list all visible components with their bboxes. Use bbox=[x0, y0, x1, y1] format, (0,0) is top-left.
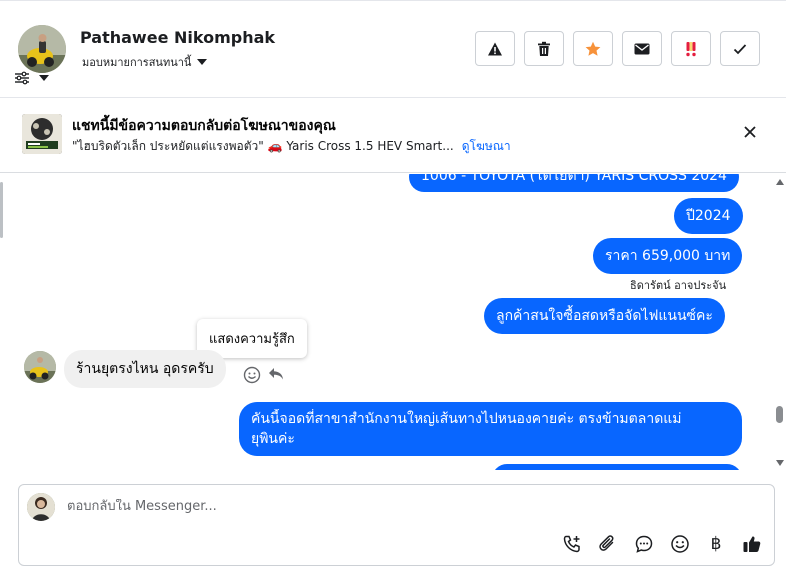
message-bubble-outgoing[interactable]: ราคา 659,000 บาท bbox=[593, 238, 743, 274]
react-emoji-icon[interactable] bbox=[243, 366, 261, 384]
delete-button[interactable] bbox=[524, 31, 564, 66]
contact-name[interactable]: Pathawee Nikomphak bbox=[80, 28, 275, 47]
scroll-up-icon[interactable] bbox=[775, 178, 785, 186]
ad-thumbnail[interactable] bbox=[22, 114, 62, 154]
assign-label: มอบหมายการสนทนานี้ bbox=[82, 56, 192, 69]
report-button[interactable] bbox=[475, 31, 515, 66]
message-bubble-incoming[interactable]: ร้านยุตรงไหน อุดรครับ bbox=[64, 350, 226, 388]
emoji-icon[interactable] bbox=[669, 533, 691, 555]
reply-input[interactable] bbox=[67, 499, 747, 514]
close-icon[interactable] bbox=[742, 124, 758, 140]
baht-icon[interactable]: ฿ bbox=[705, 533, 727, 555]
message-thread: 1006 - TOYOTA (โตโยต้า) YARIS CROSS 2024… bbox=[0, 174, 786, 470]
contact-avatar[interactable] bbox=[18, 25, 66, 73]
ad-caption: "ไฮบริดตัวเล็ก ประหยัดแต่แรงพอตัว" 🚗 Yar… bbox=[72, 139, 454, 153]
reply-composer: ฿ bbox=[18, 484, 775, 566]
conversation-actions bbox=[475, 31, 760, 66]
composer-tools: ฿ bbox=[561, 533, 763, 555]
message-bubble-outgoing[interactable]: 1006 - TOYOTA (โตโยต้า) YARIS CROSS 2024 bbox=[409, 174, 739, 192]
baht-glyph: ฿ bbox=[710, 534, 722, 554]
sliders-icon[interactable] bbox=[14, 71, 30, 85]
chevron-down-icon[interactable] bbox=[39, 75, 49, 81]
envelope-icon bbox=[634, 43, 650, 54]
scrollbar[interactable] bbox=[774, 174, 786, 470]
star-button[interactable] bbox=[573, 31, 613, 66]
thumbs-up-icon[interactable] bbox=[741, 533, 763, 555]
warning-icon bbox=[488, 42, 502, 55]
mark-unread-button[interactable] bbox=[622, 31, 662, 66]
scrollbar-thumb[interactable] bbox=[776, 406, 783, 423]
message-bubble-outgoing[interactable] bbox=[492, 464, 742, 470]
message-bubble-outgoing[interactable]: ปี2024 bbox=[674, 198, 743, 234]
assign-conversation-dropdown[interactable]: มอบหมายการสนทนานี้ bbox=[82, 53, 208, 71]
sender-name: ธิดารัตน์ อาจประจัน bbox=[630, 279, 727, 292]
message-bubble-outgoing[interactable]: ลูกค้าสนใจซื้อสดหรือจัดไฟแนนซ์คะ bbox=[484, 298, 725, 334]
mark-done-button[interactable] bbox=[720, 31, 760, 66]
attachment-icon[interactable] bbox=[597, 533, 619, 555]
side-panel-handle[interactable] bbox=[0, 182, 3, 238]
page-avatar bbox=[27, 493, 55, 521]
view-ad-link[interactable]: ดูโฆษณา bbox=[462, 137, 511, 156]
follow-up-button[interactable] bbox=[671, 31, 711, 66]
check-icon bbox=[733, 43, 747, 54]
saved-reply-icon[interactable] bbox=[633, 533, 655, 555]
contact-avatar-small[interactable] bbox=[24, 351, 56, 383]
chevron-down-icon bbox=[197, 59, 208, 65]
trash-icon bbox=[538, 41, 550, 56]
scroll-down-icon[interactable] bbox=[775, 459, 785, 467]
star-icon bbox=[585, 41, 601, 56]
message-line: ยุพินค่ะ bbox=[251, 431, 295, 447]
ad-banner-subtitle: "ไฮบริดตัวเล็ก ประหยัดแต่แรงพอตัว" 🚗 Yar… bbox=[72, 137, 511, 156]
ad-reply-banner: แชทนี้มีข้อความตอบกลับต่อโฆษณาของคุณ "ไฮ… bbox=[0, 97, 786, 173]
reply-icon[interactable] bbox=[268, 367, 284, 381]
message-bubble-outgoing[interactable]: คันนี้จอดที่สาขาสำนักงานใหญ่เส้นทางไปหนอ… bbox=[239, 402, 742, 456]
ad-banner-title: แชทนี้มีข้อความตอบกลับต่อโฆษณาของคุณ bbox=[72, 118, 336, 134]
conversation-header: Pathawee Nikomphak มอบหมายการสนทนานี้ bbox=[0, 0, 786, 96]
exclamation-icon bbox=[686, 41, 696, 56]
message-line: คันนี้จอดที่สาขาสำนักงานใหญ่เส้นทางไปหนอ… bbox=[251, 411, 682, 427]
call-icon[interactable] bbox=[561, 533, 583, 555]
